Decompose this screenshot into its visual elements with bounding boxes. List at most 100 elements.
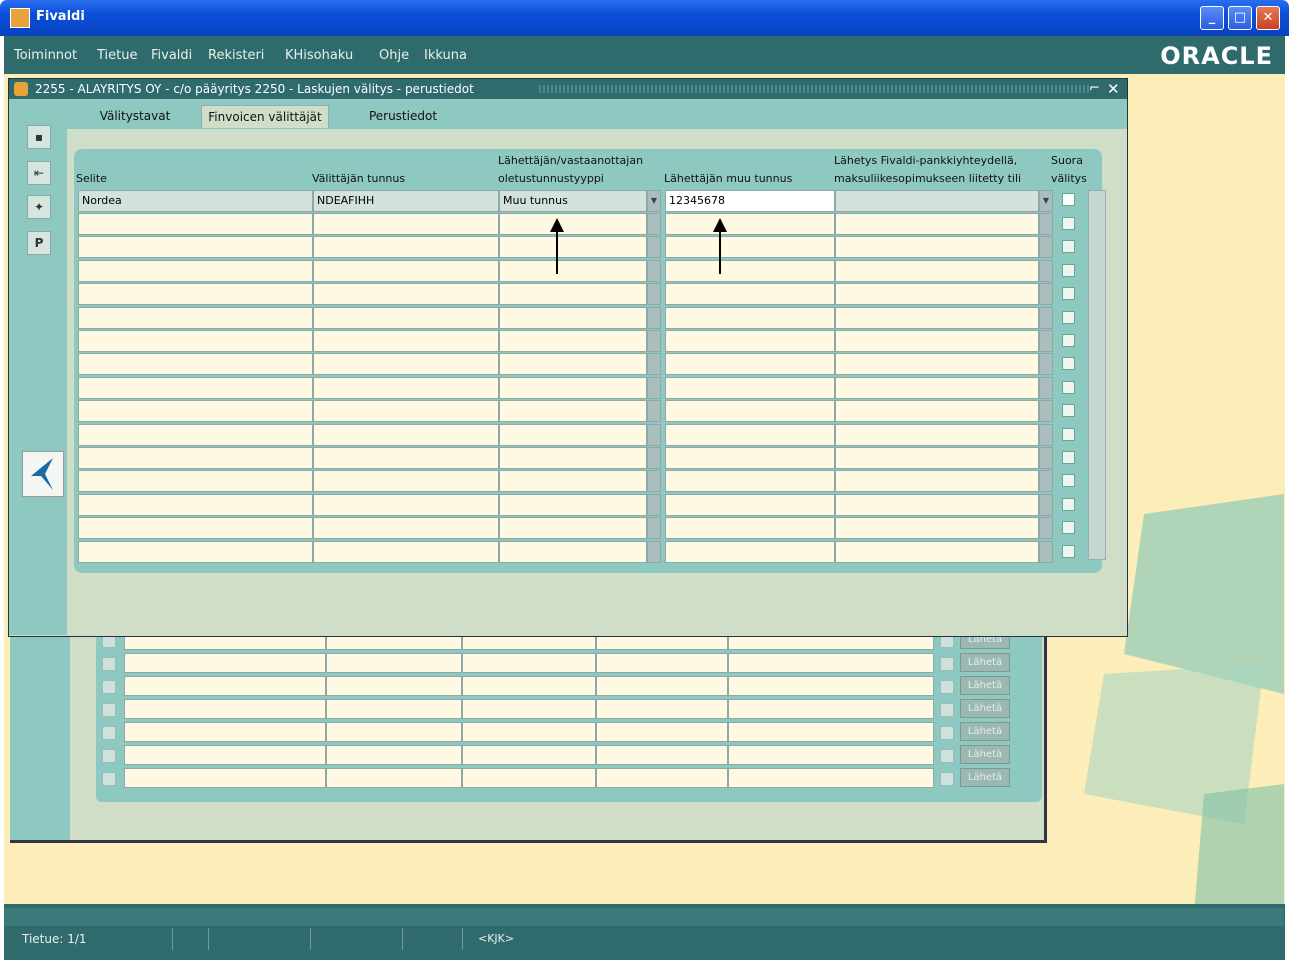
empty-cell[interactable]: [313, 400, 499, 423]
empty-cell[interactable]: [835, 376, 1039, 399]
empty-cell[interactable]: [78, 376, 313, 399]
tab-finvoicen-valittajat[interactable]: Finvoicen välittäjät: [201, 105, 329, 128]
window-close-icon[interactable]: ✕: [1107, 80, 1120, 98]
dropdown-arrow-icon[interactable]: [1039, 353, 1053, 376]
empty-cell[interactable]: [313, 470, 499, 493]
back-row-cell[interactable]: [462, 653, 596, 673]
empty-cell[interactable]: [665, 213, 835, 235]
empty-cell[interactable]: [499, 400, 647, 423]
back-row-cell[interactable]: [326, 722, 462, 742]
empty-cell[interactable]: [313, 283, 499, 306]
minimize-button[interactable]: _: [1200, 6, 1224, 30]
dropdown-arrow-icon[interactable]: [647, 493, 661, 516]
empty-cell[interactable]: [835, 400, 1039, 423]
back-row-cell[interactable]: [124, 768, 326, 788]
empty-cell[interactable]: [78, 493, 313, 516]
maximize-button[interactable]: □: [1228, 6, 1252, 30]
checkbox-suora-valitys[interactable]: [1062, 404, 1075, 418]
back-row-checkbox[interactable]: [940, 657, 954, 671]
back-row-checkbox[interactable]: [102, 657, 116, 671]
checkbox-suora-valitys[interactable]: [1062, 193, 1075, 206]
laheta-button[interactable]: Lähetä: [960, 676, 1010, 695]
dropdown-arrow-icon[interactable]: [1039, 517, 1053, 540]
empty-cell[interactable]: [78, 400, 313, 423]
back-row-cell[interactable]: [326, 653, 462, 673]
back-row-cell[interactable]: [728, 745, 934, 765]
laheta-button[interactable]: Lähetä: [960, 699, 1010, 718]
empty-cell[interactable]: [499, 470, 647, 493]
back-row-cell[interactable]: [124, 676, 326, 696]
back-row-cell[interactable]: [596, 699, 728, 719]
empty-cell[interactable]: [313, 423, 499, 446]
dropdown-arrow-icon[interactable]: [647, 306, 661, 329]
empty-cell[interactable]: [78, 517, 313, 540]
dropdown-arrow-icon[interactable]: [647, 400, 661, 423]
empty-cell[interactable]: [78, 470, 313, 493]
dropdown-arrow-icon[interactable]: [647, 517, 661, 540]
checkbox-suora-valitys[interactable]: [1062, 287, 1075, 301]
back-row-checkbox[interactable]: [940, 749, 954, 763]
checkbox-suora-valitys[interactable]: [1062, 240, 1075, 254]
back-row-checkbox[interactable]: [940, 772, 954, 786]
back-row-checkbox[interactable]: [102, 749, 116, 763]
empty-cell[interactable]: [499, 330, 647, 352]
dropdown-arrow-icon[interactable]: [647, 330, 661, 352]
checkbox-suora-valitys[interactable]: [1062, 334, 1075, 347]
dropdown-arrow-icon[interactable]: [647, 236, 661, 259]
print-icon[interactable]: P: [27, 231, 51, 255]
checkbox-suora-valitys[interactable]: [1062, 521, 1075, 535]
empty-cell[interactable]: [499, 236, 647, 259]
dropdown-arrow-icon[interactable]: [1039, 306, 1053, 329]
back-row-cell[interactable]: [596, 768, 728, 788]
back-row-checkbox[interactable]: [102, 772, 116, 786]
empty-cell[interactable]: [499, 213, 647, 235]
dropdown-arrow-icon[interactable]: [647, 447, 661, 469]
select-tunnustyyppi[interactable]: Muu tunnus: [499, 190, 647, 212]
empty-cell[interactable]: [499, 259, 647, 282]
checkbox-suora-valitys[interactable]: [1062, 310, 1075, 324]
dropdown-arrow-icon[interactable]: [1039, 447, 1053, 469]
dropdown-arrow-icon[interactable]: [1039, 493, 1053, 516]
empty-cell[interactable]: [499, 423, 647, 446]
empty-cell[interactable]: [499, 493, 647, 516]
back-row-cell[interactable]: [326, 676, 462, 696]
back-row-cell[interactable]: [124, 699, 326, 719]
back-row-checkbox[interactable]: [940, 680, 954, 694]
empty-cell[interactable]: [665, 283, 835, 306]
menu-rekisteri[interactable]: Rekisteri: [208, 48, 264, 63]
empty-cell[interactable]: [665, 540, 835, 563]
checkbox-suora-valitys[interactable]: [1062, 544, 1075, 558]
dropdown-arrow-icon[interactable]: [647, 259, 661, 282]
menu-toiminnot[interactable]: Toiminnot: [14, 48, 77, 63]
empty-cell[interactable]: [835, 353, 1039, 376]
empty-cell[interactable]: [78, 540, 313, 563]
dropdown-arrow-icon[interactable]: [647, 540, 661, 563]
exit-icon[interactable]: ⇤: [27, 161, 51, 185]
back-row-cell[interactable]: [596, 745, 728, 765]
checkbox-suora-valitys[interactable]: [1062, 380, 1075, 394]
dropdown-arrow-icon[interactable]: [647, 353, 661, 376]
empty-cell[interactable]: [835, 423, 1039, 446]
empty-cell[interactable]: [313, 259, 499, 282]
empty-cell[interactable]: [313, 376, 499, 399]
dropdown-arrow-icon[interactable]: [647, 283, 661, 306]
empty-cell[interactable]: [78, 259, 313, 282]
checkbox-suora-valitys[interactable]: [1062, 474, 1075, 488]
back-row-cell[interactable]: [728, 722, 934, 742]
back-row-cell[interactable]: [326, 768, 462, 788]
empty-cell[interactable]: [78, 213, 313, 235]
empty-cell[interactable]: [665, 423, 835, 446]
new-record-icon[interactable]: ✦: [27, 195, 51, 219]
empty-cell[interactable]: [665, 493, 835, 516]
empty-cell[interactable]: [78, 353, 313, 376]
empty-cell[interactable]: [313, 330, 499, 352]
empty-cell[interactable]: [78, 306, 313, 329]
dropdown-arrow-icon[interactable]: [1039, 376, 1053, 399]
checkbox-suora-valitys[interactable]: [1062, 217, 1075, 230]
empty-cell[interactable]: [665, 376, 835, 399]
back-row-cell[interactable]: [462, 768, 596, 788]
empty-cell[interactable]: [499, 283, 647, 306]
empty-cell[interactable]: [499, 517, 647, 540]
empty-cell[interactable]: [665, 517, 835, 540]
empty-cell[interactable]: [665, 236, 835, 259]
